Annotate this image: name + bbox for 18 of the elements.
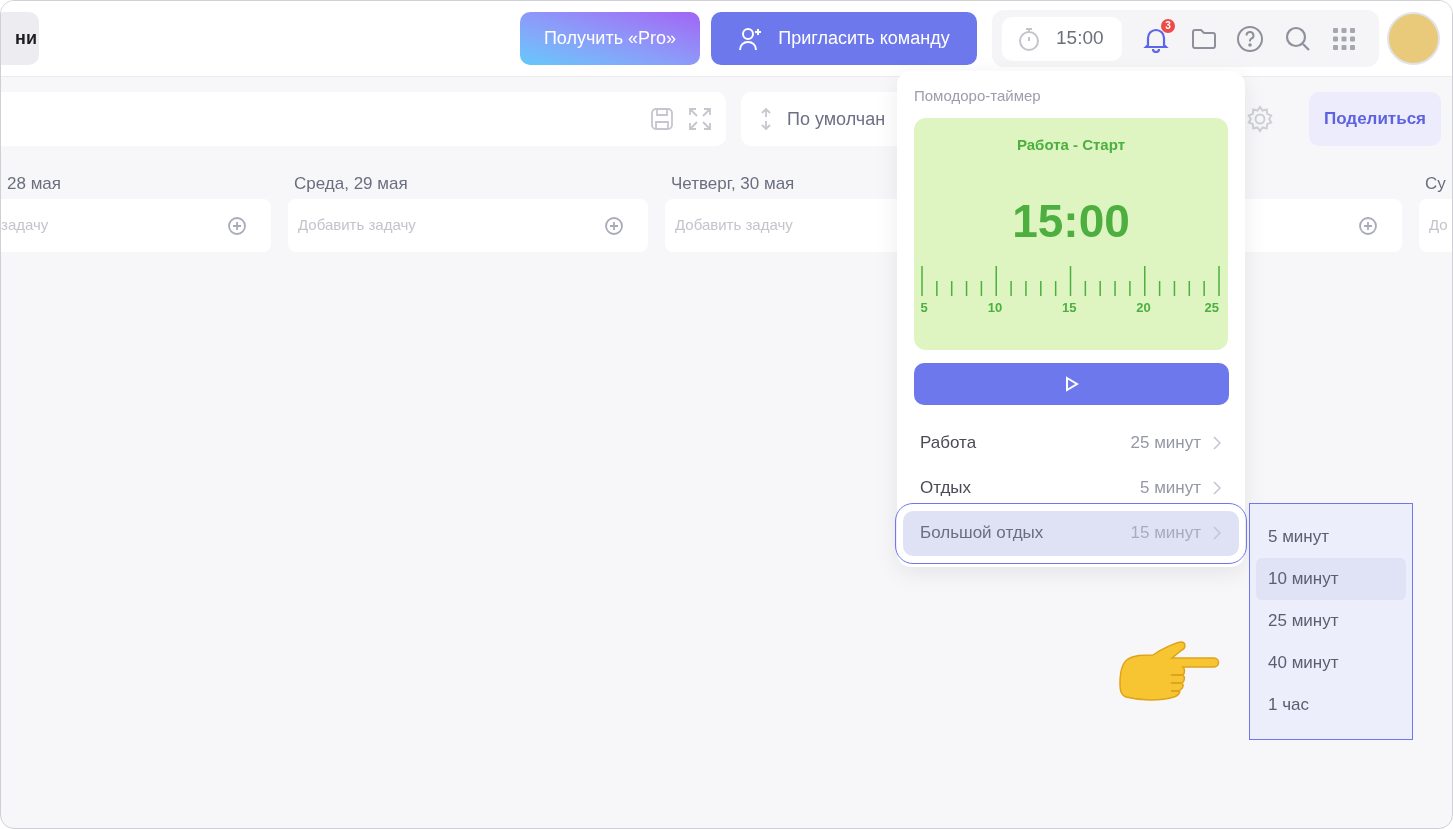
timer-phase: Работа - Старт (1016, 134, 1126, 155)
setting-value: 25 минут (1130, 432, 1201, 455)
sort-label: По умолчан (787, 107, 886, 131)
scale-label: 20 (1136, 299, 1151, 317)
setting-label: Большой отдых (920, 522, 1045, 545)
setting-value: 5 минут (1139, 477, 1201, 500)
scale-label: 10 (987, 299, 1003, 317)
scale-label: 5 (920, 299, 928, 317)
day-header: Су (1424, 173, 1447, 195)
notification-badge: 3 (1161, 18, 1175, 33)
scale-label: 25 (1204, 299, 1219, 317)
setting-label: Работа (920, 432, 978, 455)
day-header: Четверг, 30 мая (670, 173, 796, 195)
day-header: Среда, 29 мая (293, 173, 409, 195)
day-header: 28 мая (6, 173, 62, 195)
scale-label: 15 (1062, 299, 1077, 317)
setting-value: 15 минут (1130, 522, 1201, 545)
setting-label: Отдых (920, 477, 973, 500)
